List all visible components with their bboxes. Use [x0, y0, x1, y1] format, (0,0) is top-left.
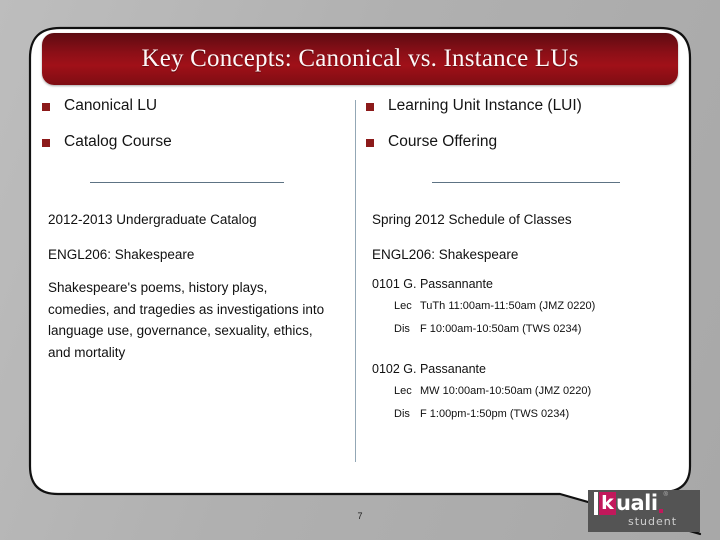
right-source-label: Spring 2012 Schedule of Classes — [372, 212, 572, 227]
right-course-label: ENGL206: Shakespeare — [372, 247, 519, 262]
logo-subtitle-label: student — [628, 515, 678, 528]
right-bullet-label: Learning Unit Instance (LUI) — [388, 97, 582, 114]
section-meeting: Dis F 10:00am-10:50am (TWS 0234) — [366, 323, 595, 335]
left-column: Canonical LU Catalog Course — [42, 96, 350, 168]
meeting-type-label: Dis — [394, 408, 410, 420]
meeting-type-label: Lec — [394, 300, 412, 312]
meeting-type-label: Dis — [394, 323, 410, 335]
meeting-detail-label: F 1:00pm-1:50pm (TWS 0234) — [420, 408, 570, 420]
square-bullet-icon — [366, 139, 374, 147]
square-bullet-icon — [42, 103, 50, 111]
meeting-detail-label: F 10:00am-10:50am (TWS 0234) — [420, 323, 582, 335]
logo-registered-mark: ® — [663, 492, 668, 498]
logo-k-mark-icon: k — [599, 492, 616, 515]
kuali-student-logo: k uali ® student — [588, 490, 700, 532]
meeting-detail-label: MW 10:00am-10:50am (JMZ 0220) — [420, 385, 592, 397]
left-source-label: 2012-2013 Undergraduate Catalog — [48, 212, 257, 227]
section-meeting: Lec MW 10:00am-10:50am (JMZ 0220) — [366, 385, 591, 397]
logo-dot-icon — [658, 509, 663, 513]
column-divider — [355, 100, 356, 462]
section-meeting: Dis F 1:00pm-1:50pm (TWS 0234) — [366, 408, 591, 420]
left-course-description: Shakespeare's poems, history plays, come… — [48, 280, 325, 360]
right-separator — [432, 182, 620, 183]
section-heading: 0102 G. Passanante — [372, 362, 486, 376]
slide-stage: Key Concepts: Canonical vs. Instance LUs… — [0, 0, 720, 540]
right-bullet-item: Course Offering — [366, 132, 678, 152]
left-course-label: ENGL206: Shakespeare — [48, 247, 195, 262]
square-bullet-icon — [42, 139, 50, 147]
right-bullet-label: Course Offering — [388, 133, 498, 150]
logo-word-label: uali — [616, 491, 658, 515]
square-bullet-icon — [366, 103, 374, 111]
right-bullet-item: Learning Unit Instance (LUI) — [366, 96, 678, 116]
right-column: Learning Unit Instance (LUI) Course Offe… — [366, 96, 678, 168]
section-meeting: Lec TuTh 11:00am-11:50am (JMZ 0220) — [366, 300, 595, 312]
meeting-detail-label: TuTh 11:00am-11:50am (JMZ 0220) — [420, 300, 596, 312]
slide-title-banner: Key Concepts: Canonical vs. Instance LUs — [42, 33, 678, 85]
left-bullet-label: Catalog Course — [64, 133, 172, 150]
course-section: 0102 G. Passanante Lec MW 10:00am-10:50a… — [366, 362, 591, 431]
left-bullet-label: Canonical LU — [64, 97, 158, 114]
left-bullet-item: Canonical LU — [42, 96, 350, 116]
logo-bar-icon — [594, 492, 598, 515]
logo-wordmark: k uali ® — [594, 492, 668, 515]
course-section: 0101 G. Passannante Lec TuTh 11:00am-11:… — [366, 277, 595, 346]
left-bullet-item: Catalog Course — [42, 132, 350, 152]
meeting-type-label: Lec — [394, 385, 412, 397]
left-separator — [90, 182, 284, 183]
page-title: Key Concepts: Canonical vs. Instance LUs — [141, 45, 579, 72]
section-heading: 0101 G. Passannante — [372, 277, 493, 291]
